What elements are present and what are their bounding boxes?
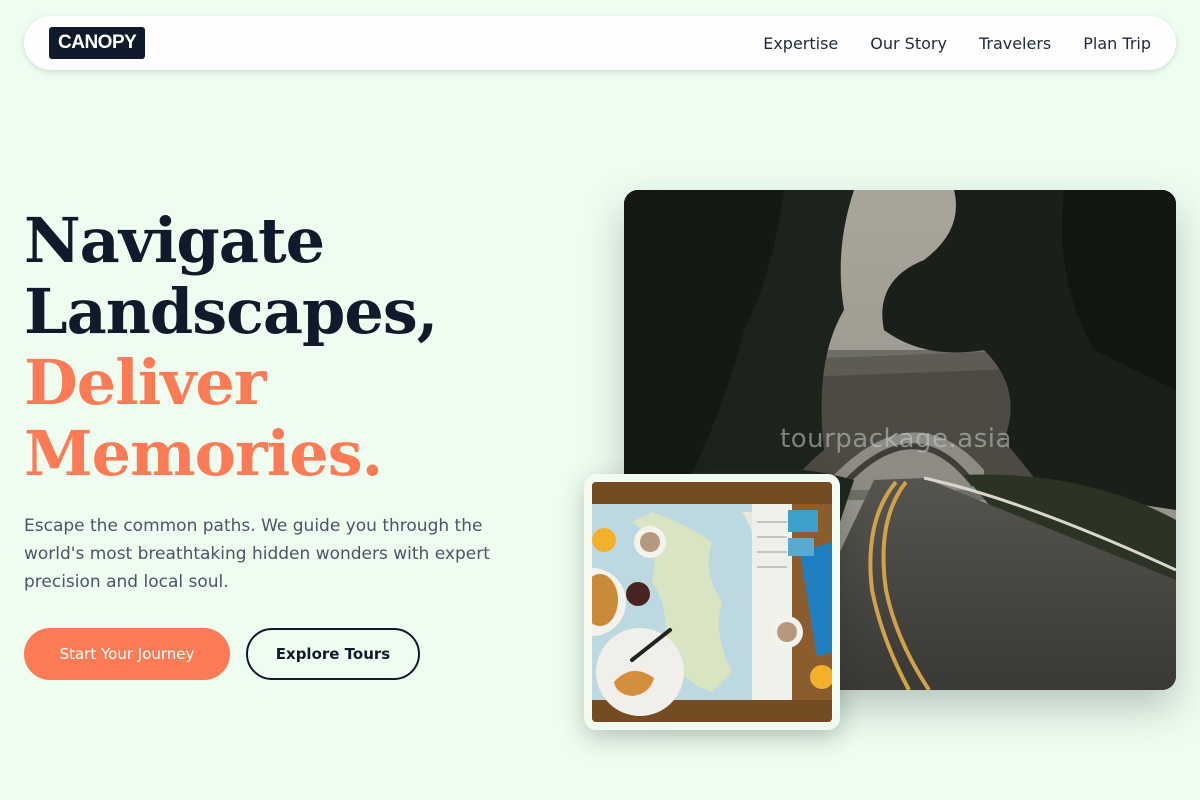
hero-headline: Navigate Landscapes, Deliver Memories. — [24, 205, 584, 489]
nav-links: Expertise Our Story Travelers Plan Trip — [763, 16, 1151, 70]
brand-logo[interactable]: CANOPY — [49, 27, 146, 59]
top-navbar: CANOPY Expertise Our Story Travelers Pla… — [24, 16, 1176, 70]
nav-link-expertise[interactable]: Expertise — [763, 34, 838, 53]
explore-tours-button[interactable]: Explore Tours — [246, 628, 420, 680]
watermark-text: tourpackage.asia — [780, 424, 1012, 454]
nav-link-plan-trip[interactable]: Plan Trip — [1083, 34, 1151, 53]
headline-line-3: Deliver — [24, 346, 266, 419]
headline-line-4: Memories. — [24, 417, 383, 490]
inset-photo-frame — [584, 474, 840, 730]
start-journey-button[interactable]: Start Your Journey — [24, 628, 230, 680]
headline-line-1: Navigate — [24, 204, 325, 277]
headline-line-2: Landscapes, — [24, 275, 438, 348]
nav-link-travelers[interactable]: Travelers — [979, 34, 1051, 53]
hero-subtext: Escape the common paths. We guide you th… — [24, 516, 490, 592]
travel-map-photo — [592, 482, 832, 722]
nav-link-our-story[interactable]: Our Story — [870, 34, 947, 53]
